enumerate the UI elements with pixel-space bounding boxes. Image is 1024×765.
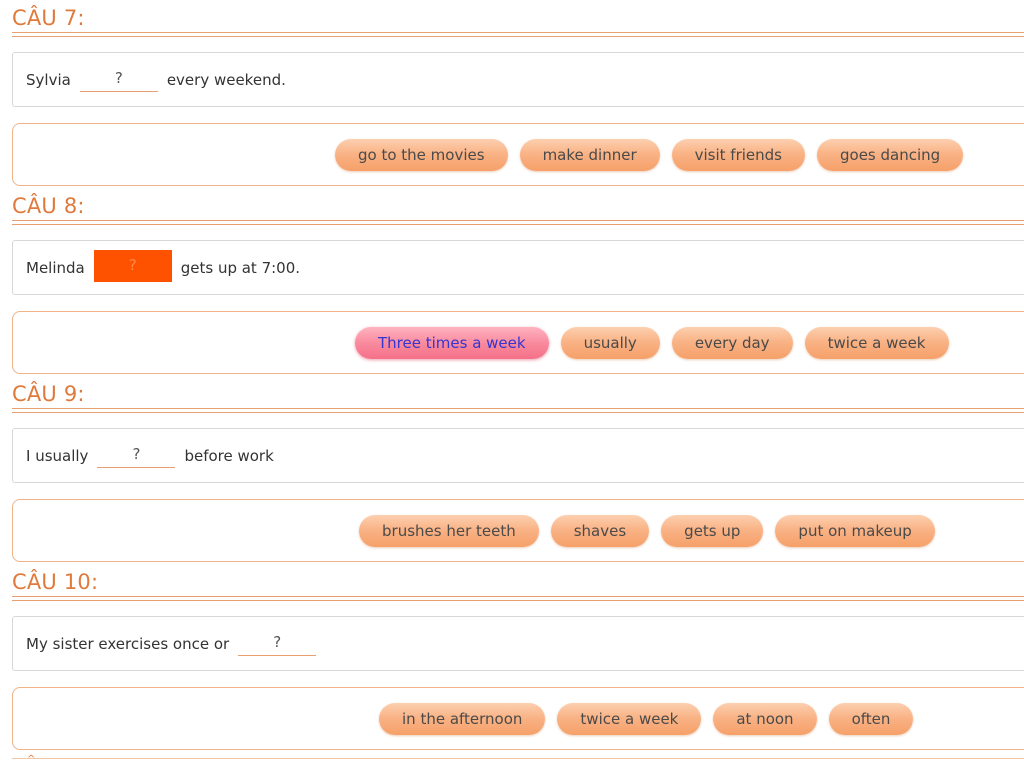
- sentence-after: before work: [184, 446, 274, 465]
- title-divider: [12, 596, 1024, 601]
- option-chip[interactable]: gets up: [661, 514, 764, 547]
- title-divider: [12, 408, 1024, 413]
- answer-blank[interactable]: ?: [79, 68, 158, 92]
- option-chip[interactable]: twice a week: [804, 326, 949, 359]
- sentence-before: My sister exercises once or: [26, 634, 230, 653]
- option-chip[interactable]: put on makeup: [775, 514, 935, 547]
- question-title: CÂU 8:: [12, 194, 85, 218]
- sentence-before: Sylvia: [26, 70, 71, 89]
- sentence-box: Melinda ? gets up at 7:00.: [12, 240, 1024, 295]
- sentence: My sister exercises once or ?: [26, 617, 325, 670]
- option-chip[interactable]: at noon: [713, 702, 817, 735]
- title-divider: [12, 32, 1024, 37]
- options-box: Three times a week usually every day twi…: [12, 311, 1024, 374]
- option-chip[interactable]: every day: [671, 326, 793, 359]
- option-chip[interactable]: twice a week: [557, 702, 702, 735]
- options-list: go to the movies make dinner visit frien…: [335, 124, 964, 185]
- sentence-box: My sister exercises once or ?: [12, 616, 1024, 671]
- options-list: Three times a week usually every day twi…: [355, 312, 949, 373]
- answer-blank[interactable]: ?: [238, 632, 317, 656]
- options-box: in the afternoon twice a week at noon of…: [12, 687, 1024, 750]
- sentence-after: every weekend.: [166, 70, 286, 89]
- sentence-before: Melinda: [26, 258, 85, 277]
- sentence: Melinda ? gets up at 7:00.: [26, 241, 300, 294]
- option-chip[interactable]: brushes her teeth: [359, 514, 539, 547]
- question-title: CÂU 9:: [12, 382, 85, 406]
- option-chip[interactable]: visit friends: [671, 138, 805, 171]
- sentence: Sylvia ? every weekend.: [26, 53, 286, 106]
- option-chip[interactable]: go to the movies: [335, 138, 508, 171]
- options-box: brushes her teeth shaves gets up put on …: [12, 499, 1024, 562]
- answer-blank[interactable]: ?: [97, 444, 176, 468]
- option-chip-selected[interactable]: Three times a week: [355, 326, 549, 359]
- option-chip[interactable]: shaves: [550, 514, 650, 547]
- option-chip[interactable]: make dinner: [519, 138, 660, 171]
- option-chip[interactable]: usually: [560, 326, 660, 359]
- title-divider: [12, 220, 1024, 225]
- sentence: I usually ? before work: [26, 429, 274, 482]
- options-box: go to the movies make dinner visit frien…: [12, 123, 1024, 186]
- answer-blank-active[interactable]: ?: [93, 249, 172, 282]
- sentence-box: I usually ? before work: [12, 428, 1024, 483]
- next-question-peek: [12, 758, 1024, 763]
- sentence-before: I usually: [26, 446, 89, 465]
- sentence-box: Sylvia ? every weekend.: [12, 52, 1024, 107]
- options-list: brushes her teeth shaves gets up put on …: [359, 500, 935, 561]
- options-list: in the afternoon twice a week at noon of…: [379, 688, 914, 749]
- option-chip[interactable]: often: [828, 702, 914, 735]
- sentence-after: gets up at 7:00.: [180, 258, 301, 277]
- question-title: CÂU 10:: [12, 570, 99, 594]
- option-chip[interactable]: goes dancing: [817, 138, 964, 171]
- question-title: CÂU 7:: [12, 6, 85, 30]
- option-chip[interactable]: in the afternoon: [379, 702, 546, 735]
